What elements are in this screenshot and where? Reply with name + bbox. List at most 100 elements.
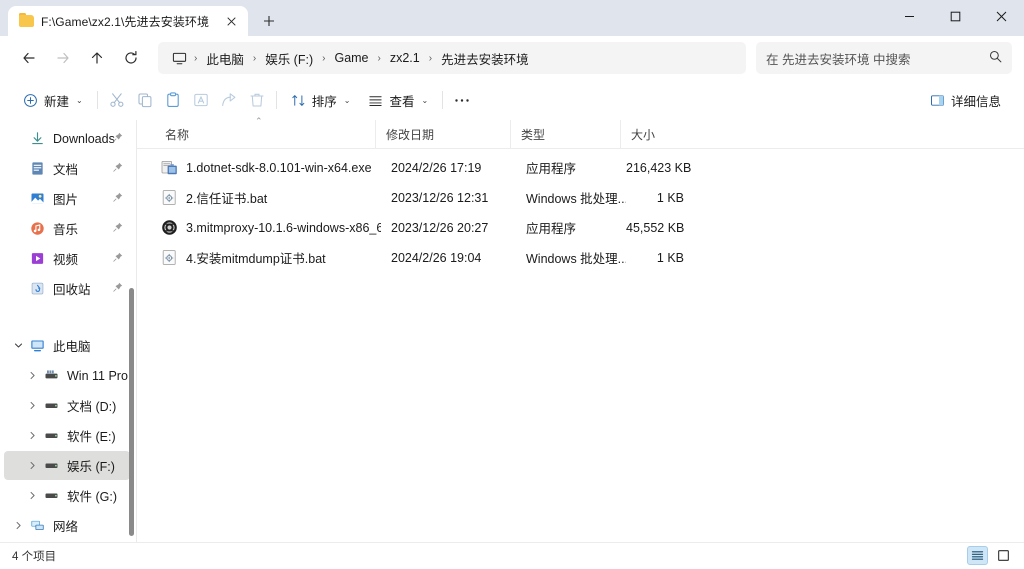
chevron-right-icon[interactable] bbox=[22, 456, 42, 476]
file-list-pane: ⌃ 名称 修改日期 类型 大小 1.dotnet-sdk-8.0.101-win… bbox=[137, 116, 1024, 542]
sidebar-item-label: 软件 (G:) bbox=[67, 490, 117, 504]
file-date-cell: 2024/2/26 17:19 bbox=[391, 160, 482, 175]
breadcrumb-item-1[interactable]: 娱乐 (F:) bbox=[259, 46, 319, 71]
sidebar-scrollbar-thumb[interactable] bbox=[129, 288, 134, 536]
paste-button[interactable] bbox=[159, 85, 187, 115]
network-icon bbox=[28, 517, 46, 535]
drive-icon bbox=[42, 427, 60, 445]
pin-icon[interactable] bbox=[113, 161, 123, 175]
sidebar-item-label: 图片 bbox=[53, 193, 79, 207]
file-size-cell: 1 KB bbox=[656, 190, 684, 205]
sidebar-list: Downloads 文档 图片 音乐 视频 回收站 此电脑 Win 11 Pro… bbox=[0, 120, 136, 540]
sidebar-scrollbar[interactable] bbox=[126, 120, 136, 542]
sidebar-item-network[interactable]: 网络 bbox=[4, 511, 130, 540]
sidebar-item-recycle-bin[interactable]: 回收站 bbox=[4, 274, 130, 303]
new-tab-icon[interactable] bbox=[254, 6, 284, 36]
drive-icon bbox=[42, 457, 60, 475]
pin-icon[interactable] bbox=[113, 191, 123, 205]
details-pane-label: 详细信息 bbox=[950, 94, 1001, 109]
pin-icon[interactable] bbox=[113, 131, 123, 145]
minimize-icon[interactable] bbox=[886, 0, 932, 32]
maximize-icon[interactable] bbox=[932, 0, 978, 32]
sidebar-item-documents[interactable]: 文档 bbox=[4, 154, 130, 183]
refresh-icon[interactable] bbox=[114, 42, 148, 74]
sidebar-item-label: 娱乐 (F:) bbox=[67, 460, 115, 474]
table-row[interactable]: 1.dotnet-sdk-8.0.101-win-x64.exe 2024/2/… bbox=[143, 153, 1018, 182]
chevron-right-icon[interactable] bbox=[8, 516, 28, 536]
this-pc-breadcrumb-icon[interactable] bbox=[168, 46, 191, 70]
chevron-right-icon[interactable] bbox=[22, 396, 42, 416]
column-header-type[interactable]: 类型 bbox=[510, 120, 620, 148]
sidebar-item-drive-d[interactable]: 文档 (D:) bbox=[4, 391, 130, 420]
pin-icon[interactable] bbox=[113, 251, 123, 265]
toolbar-divider bbox=[96, 91, 98, 109]
sidebar-item-videos[interactable]: 视频 bbox=[4, 244, 130, 273]
large-icons-view-toggle[interactable] bbox=[993, 546, 1014, 565]
close-tab-icon[interactable] bbox=[222, 12, 240, 30]
item-count-label: 4 个项目 bbox=[12, 551, 57, 563]
breadcrumb-item-3[interactable]: zx2.1 bbox=[384, 48, 426, 68]
sidebar-item-drive-c[interactable]: Win 11 Pro (C bbox=[4, 361, 130, 390]
more-options-button[interactable] bbox=[448, 85, 476, 115]
column-header-date[interactable]: 修改日期 bbox=[375, 120, 510, 148]
delete-button[interactable] bbox=[243, 85, 271, 115]
details-pane-button[interactable]: 详细信息 bbox=[921, 85, 1010, 115]
pin-icon[interactable] bbox=[113, 281, 123, 295]
sidebar-item-downloads[interactable]: Downloads bbox=[4, 124, 130, 153]
sidebar-item-this-pc[interactable]: 此电脑 bbox=[4, 331, 130, 360]
chevron-right-icon[interactable] bbox=[22, 486, 42, 506]
system-drive-icon bbox=[42, 367, 60, 385]
back-icon[interactable] bbox=[12, 42, 46, 74]
table-row[interactable]: 2.信任证书.bat 2023/12/26 12:31 Windows 批处理.… bbox=[143, 183, 1018, 212]
chevron-down-icon[interactable] bbox=[8, 336, 28, 356]
tab-active[interactable]: F:\Game\zx2.1\先进去安装环境 bbox=[8, 6, 249, 36]
breadcrumb-item-2[interactable]: Game bbox=[328, 48, 374, 68]
rename-button[interactable] bbox=[187, 85, 215, 115]
sidebar-item-label: 网络 bbox=[53, 520, 79, 534]
column-headers: ⌃ 名称 修改日期 类型 大小 bbox=[137, 116, 1024, 149]
new-button[interactable]: 新建 ⌄ bbox=[14, 85, 92, 115]
chevron-right-icon[interactable] bbox=[22, 366, 42, 386]
sidebar-item-drive-f[interactable]: 娱乐 (F:) bbox=[4, 451, 130, 480]
batch-file-icon bbox=[161, 249, 178, 266]
file-name-label: 2.信任证书.bat bbox=[186, 192, 268, 206]
column-header-name[interactable]: 名称 bbox=[155, 120, 375, 148]
sidebar-item-drive-e[interactable]: 软件 (E:) bbox=[4, 421, 130, 450]
breadcrumb-item-4[interactable]: 先进去安装环境 bbox=[435, 46, 535, 71]
sort-button[interactable]: 排序 ⌄ bbox=[282, 85, 360, 115]
title-bar: F:\Game\zx2.1\先进去安装环境 bbox=[0, 0, 1024, 36]
table-row[interactable]: 3.mitmproxy-10.1.6-windows-x86_64... 202… bbox=[143, 213, 1018, 242]
folder-icon bbox=[19, 12, 34, 28]
sidebar-item-drive-g[interactable]: 软件 (G:) bbox=[4, 481, 130, 510]
table-row[interactable]: 4.安装mitmdump证书.bat 2024/2/26 19:04 Windo… bbox=[143, 243, 1018, 272]
share-button[interactable] bbox=[215, 85, 243, 115]
command-toolbar: 新建 ⌄ 排序 ⌄ 查看 ⌄ 详细信息 bbox=[0, 80, 1024, 120]
window-controls bbox=[886, 0, 1024, 36]
sidebar-item-label: 软件 (E:) bbox=[67, 430, 116, 444]
close-window-icon[interactable] bbox=[978, 0, 1024, 32]
breadcrumb-item-0[interactable]: 此电脑 bbox=[200, 46, 250, 71]
cut-button[interactable] bbox=[103, 85, 131, 115]
view-button[interactable]: 查看 ⌄ bbox=[359, 85, 437, 115]
sidebar-item-label: 回收站 bbox=[53, 283, 91, 297]
up-icon[interactable] bbox=[80, 42, 114, 74]
sidebar-item-pictures[interactable]: 图片 bbox=[4, 184, 130, 213]
file-type-cell: Windows 批处理... bbox=[526, 192, 626, 206]
chevron-right-icon[interactable] bbox=[22, 426, 42, 446]
column-header-size[interactable]: 大小 bbox=[620, 120, 700, 148]
recycle-bin-icon bbox=[28, 280, 46, 298]
search-input[interactable]: 在 先进去安装环境 中搜索 bbox=[756, 42, 1012, 74]
status-bar: 4 个项目 bbox=[0, 542, 1024, 569]
view-button-label: 查看 bbox=[389, 94, 415, 109]
sidebar-item-music[interactable]: 音乐 bbox=[4, 214, 130, 243]
pin-icon[interactable] bbox=[113, 221, 123, 235]
file-name-label: 1.dotnet-sdk-8.0.101-win-x64.exe bbox=[186, 160, 372, 175]
breadcrumb[interactable]: › 此电脑 › 娱乐 (F:) › Game › zx2.1 › 先进去安装环境 bbox=[158, 42, 746, 74]
details-view-toggle[interactable] bbox=[967, 546, 988, 565]
copy-button[interactable] bbox=[131, 85, 159, 115]
batch-file-icon bbox=[161, 189, 178, 206]
search-icon[interactable] bbox=[989, 50, 1002, 66]
